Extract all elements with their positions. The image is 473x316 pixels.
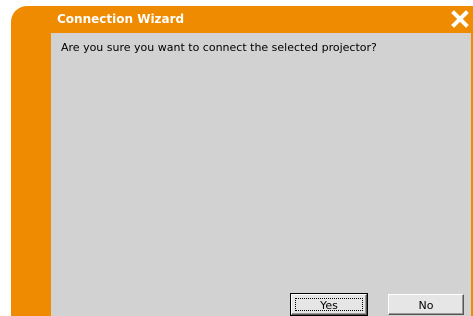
confirmation-message: Are you sure you want to connect the sel…: [61, 41, 377, 54]
close-button[interactable]: [451, 10, 469, 28]
connection-wizard-dialog: Connection Wizard Are you sure you want …: [11, 6, 473, 316]
dialog-content: Are you sure you want to connect the sel…: [51, 33, 471, 316]
no-button-label: No: [418, 299, 434, 312]
close-icon: [451, 10, 469, 28]
window-title: Connection Wizard: [57, 12, 185, 26]
focus-rect: [295, 298, 363, 311]
yes-button[interactable]: Yes: [290, 293, 368, 316]
no-button[interactable]: No: [388, 294, 464, 315]
